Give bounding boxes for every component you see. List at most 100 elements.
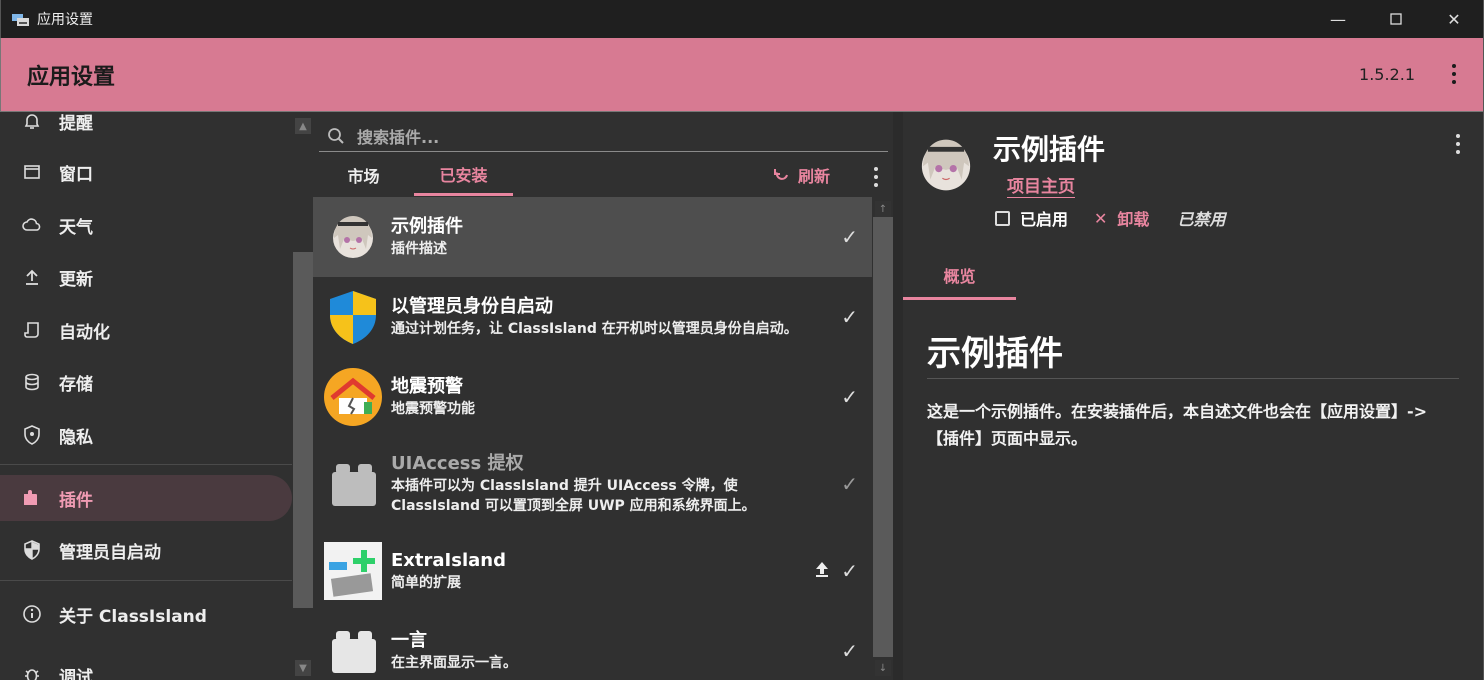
sidebar-item-label: 天气 bbox=[59, 217, 93, 238]
enabled-label: 已启用 bbox=[1020, 210, 1069, 229]
search-icon bbox=[327, 127, 345, 145]
tab-overview[interactable]: 概览 bbox=[903, 252, 1016, 300]
sidebar-item-label: 存储 bbox=[59, 374, 93, 395]
sidebar-item-storage[interactable]: 存储 bbox=[0, 359, 292, 405]
enabled-checkbox[interactable] bbox=[995, 210, 1010, 226]
plugin-desc: 简单的扩展 bbox=[391, 575, 461, 591]
panel-splitter[interactable] bbox=[893, 112, 903, 680]
plugin-desc: 在主界面显示一言。 bbox=[391, 655, 517, 671]
sidebar-item-label: 提醒 bbox=[59, 113, 93, 134]
earthquake-house-icon bbox=[324, 368, 382, 426]
sidebar-item-reminder[interactable]: 提醒 bbox=[0, 112, 292, 144]
scroll-down-icon[interactable]: ↓ bbox=[875, 660, 891, 676]
plugin-tabs: 市场 已安装 刷新 bbox=[319, 154, 888, 196]
more-vert-icon[interactable] bbox=[1456, 134, 1460, 154]
window-title: 应用设置 bbox=[37, 12, 93, 28]
plugin-desc: 插件描述 bbox=[391, 241, 447, 257]
plugin-item[interactable]: 一言 在主界面显示一言。 ✓ bbox=[313, 611, 872, 680]
search-input[interactable]: 搜索插件... bbox=[319, 120, 888, 152]
shield-icon bbox=[22, 425, 42, 445]
cloud-icon bbox=[22, 215, 42, 235]
readme-body: 这是一个示例插件。在安装插件后，本自述文件也会在【应用设置】->【插件】页面中显… bbox=[927, 402, 1428, 448]
sidebar-item-label: 窗口 bbox=[59, 164, 93, 185]
script-icon bbox=[22, 320, 42, 340]
more-vert-icon[interactable] bbox=[1451, 64, 1457, 84]
close-button[interactable]: ✕ bbox=[1425, 0, 1483, 38]
update-available-icon[interactable] bbox=[814, 560, 830, 583]
tab-market[interactable]: 市场 bbox=[319, 154, 408, 196]
sidebar-item-debug[interactable]: 调试 bbox=[0, 652, 292, 680]
minimize-button[interactable]: — bbox=[1309, 0, 1367, 38]
plugin-item[interactable]: 以管理员身份自启动 通过计划任务，让 ClassIsland 在开机时以管理员身… bbox=[313, 277, 872, 357]
plugin-item[interactable]: UIAccess 提权 本插件可以为 ClassIsland 提升 UIAcce… bbox=[313, 437, 872, 531]
puzzle-icon bbox=[22, 488, 42, 508]
check-icon: ✓ bbox=[841, 559, 858, 583]
sidebar-item-admin-autostart[interactable]: 管理员自启动 bbox=[0, 527, 292, 573]
plugin-item[interactable]: 地震预警 地震预警功能 ✓ bbox=[313, 357, 872, 437]
database-icon bbox=[22, 372, 42, 392]
window-titlebar: 应用设置 — ✕ bbox=[0, 0, 1484, 38]
puzzle-piece-icon bbox=[324, 622, 382, 680]
check-icon: ✓ bbox=[841, 225, 858, 249]
plugin-detail-panel: 示例插件 项目主页 已启用 ✕ 卸载 已禁用 概览 示例插件 这是一个示例插件。… bbox=[903, 112, 1484, 680]
plugin-desc: 本插件可以为 ClassIsland 提升 UIAccess 令牌，使 Clas… bbox=[391, 478, 756, 514]
sidebar-item-label: 调试 bbox=[59, 667, 93, 680]
sidebar-divider bbox=[0, 580, 292, 581]
sidebar-item-label: 管理员自启动 bbox=[59, 542, 161, 563]
puzzle-piece-icon bbox=[324, 455, 382, 513]
plugin-list-scroll-thumb[interactable] bbox=[873, 217, 893, 657]
sidebar-item-privacy[interactable]: 隐私 bbox=[0, 412, 292, 458]
upload-icon bbox=[22, 267, 42, 287]
plugin-name: 以管理员身份自启动 bbox=[391, 296, 553, 317]
scroll-up-icon[interactable]: ▲ bbox=[295, 118, 311, 134]
extraisland-icon bbox=[324, 542, 382, 600]
sidebar-item-update[interactable]: 更新 bbox=[0, 254, 292, 300]
minimize-icon: — bbox=[1330, 9, 1346, 29]
sidebar-item-about[interactable]: 关于 ClassIsland bbox=[0, 591, 292, 637]
plugin-detail-title: 示例插件 bbox=[993, 133, 1106, 166]
scroll-down-icon[interactable]: ▼ bbox=[295, 660, 311, 676]
sidebar-item-window[interactable]: 窗口 bbox=[0, 149, 292, 195]
check-icon: ✓ bbox=[841, 472, 858, 496]
more-vert-icon[interactable] bbox=[874, 167, 878, 187]
sidebar-scroll-thumb[interactable] bbox=[293, 252, 313, 608]
sidebar-item-label: 更新 bbox=[59, 269, 93, 290]
uninstall-button[interactable]: ✕ 卸载 bbox=[1094, 206, 1149, 230]
anime-avatar-icon bbox=[911, 130, 981, 200]
sidebar-item-label: 隐私 bbox=[59, 427, 93, 448]
refresh-button[interactable]: 刷新 bbox=[773, 154, 830, 196]
version-label: 1.5.2.1 bbox=[1359, 65, 1415, 84]
close-icon: ✕ bbox=[1447, 9, 1461, 29]
sidebar-divider bbox=[0, 464, 292, 465]
admin-shield-icon bbox=[22, 540, 42, 560]
plugin-item[interactable]: ExtraIsland 简单的扩展 ✓ bbox=[313, 531, 872, 611]
refresh-icon bbox=[773, 167, 790, 183]
status-label: 已禁用 bbox=[1177, 210, 1226, 229]
sidebar-item-label: 关于 ClassIsland bbox=[59, 606, 207, 627]
sidebar-item-weather[interactable]: 天气 bbox=[0, 202, 292, 248]
plugin-name: 地震预警 bbox=[391, 376, 463, 397]
sidebar-item-plugins[interactable]: 插件 bbox=[0, 475, 292, 521]
plugin-list-panel: 搜索插件... 市场 已安装 刷新 示例插件 插件描述 ✓ 以管理员身份自启动 … bbox=[313, 112, 893, 680]
plugin-desc: 地震预警功能 bbox=[391, 401, 475, 417]
check-icon: ✓ bbox=[841, 639, 858, 663]
bell-icon bbox=[22, 112, 42, 131]
project-homepage-link[interactable]: 项目主页 bbox=[1007, 172, 1075, 198]
close-icon: ✕ bbox=[1094, 208, 1108, 228]
plugin-name: ExtraIsland bbox=[391, 550, 506, 571]
plugin-desc: 通过计划任务，让 ClassIsland 在开机时以管理员身份自启动。 bbox=[391, 321, 798, 337]
plugin-name: UIAccess 提权 bbox=[391, 453, 524, 474]
plugin-name: 一言 bbox=[391, 630, 427, 651]
plugin-item[interactable]: 示例插件 插件描述 ✓ bbox=[313, 197, 872, 277]
tab-installed[interactable]: 已安装 bbox=[414, 154, 513, 196]
sidebar-item-automation[interactable]: 自动化 bbox=[0, 307, 292, 353]
maximize-button[interactable] bbox=[1367, 0, 1425, 38]
app-icon bbox=[12, 12, 30, 26]
plugin-list: 示例插件 插件描述 ✓ 以管理员身份自启动 通过计划任务，让 ClassIsla… bbox=[313, 197, 873, 680]
readme-divider bbox=[927, 378, 1459, 379]
window-icon bbox=[22, 162, 42, 182]
uac-shield-icon bbox=[324, 288, 382, 346]
sidebar-item-label: 自动化 bbox=[59, 322, 110, 343]
readme-title: 示例插件 bbox=[927, 334, 1063, 374]
scroll-up-icon[interactable]: ↑ bbox=[875, 201, 891, 217]
